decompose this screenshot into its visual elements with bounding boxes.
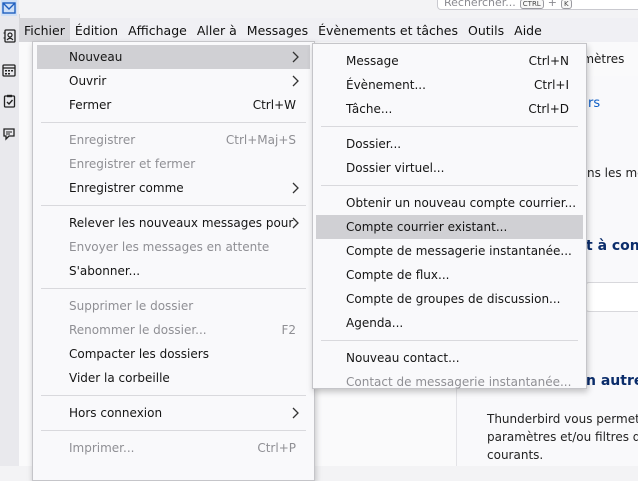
menu-item-enregistrer[interactable]: Enregistrer Ctrl+Maj+S [37,128,310,152]
address-book-icon[interactable] [1,28,17,44]
search-shortcut-key: K [560,0,572,9]
menu-separator [321,126,578,127]
new-submenu: Message Ctrl+N Évènement... Ctrl+I Tâche..… [312,43,587,389]
menu-item-message[interactable]: Message Ctrl+N [316,49,583,73]
menu-messages[interactable]: Messages [242,18,313,42]
menu-item-obtenir-compte[interactable]: Obtenir un nouveau compte courrier... [316,191,583,215]
menu-item-compte-existant[interactable]: Compte courrier existant... [316,215,583,239]
panel-link[interactable]: rs [588,96,600,111]
panel-heading: t à confi [586,238,638,254]
chevron-right-icon [292,217,299,229]
search-input[interactable]: Rechercher... CTRL + K [437,0,638,10]
menu-item-imprimer[interactable]: Imprimer... Ctrl+P [37,436,310,460]
panel-heading-2: n autre [586,373,638,389]
menu-item-hors-connexion[interactable]: Hors connexion [37,401,310,425]
menubar: Fichier Édition Affichage Aller à Messag… [19,18,638,42]
menu-item-ouvrir[interactable]: Ouvrir [37,69,310,93]
mail-icon[interactable] [1,0,17,16]
menu-item-supprimer-dossier[interactable]: Supprimer le dossier [37,294,310,318]
menu-item-compte-messagerie-instantanee[interactable]: Compte de messagerie instantanée... [316,239,583,263]
menu-separator [321,340,578,341]
chevron-right-icon [292,51,299,63]
menu-item-nouveau[interactable]: Nouveau [37,45,310,69]
menu-item-contact-im[interactable]: Contact de messagerie instantanée... [316,370,583,394]
search-placeholder: Rechercher... [444,0,516,9]
menu-edition[interactable]: Édition [70,18,123,42]
menu-item-evenement[interactable]: Évènement... Ctrl+I [316,73,583,97]
menu-affichage[interactable]: Affichage [123,18,192,42]
tasks-icon[interactable] [1,93,17,109]
file-menu: Nouveau Ouvrir Fermer Ctrl+W Enregistrer C… [32,41,315,481]
menu-item-enregistrer-et-fermer[interactable]: Enregistrer et fermer [37,152,310,176]
menu-item-enregistrer-comme[interactable]: Enregistrer comme [37,176,310,200]
calendar-icon[interactable] [1,62,17,78]
menu-separator [41,122,306,123]
menu-fichier[interactable]: Fichier [19,18,70,42]
menu-item-compte-groupes[interactable]: Compte de groupes de discussion... [316,287,583,311]
chevron-right-icon [292,182,299,194]
menu-separator [41,205,306,206]
chevron-right-icon [292,75,299,87]
menu-item-relever-messages[interactable]: Relever les nouveaux messages pour [37,211,310,235]
chat-icon[interactable] [1,126,17,142]
menu-item-fermer[interactable]: Fermer Ctrl+W [37,93,310,117]
chevron-right-icon [292,407,299,419]
menu-aide[interactable]: Aide [509,18,547,42]
menu-item-renommer-dossier[interactable]: Renommer le dossier... F2 [37,318,310,342]
menu-item-vider-corbeille[interactable]: Vider la corbeille [37,366,310,390]
menu-aller-a[interactable]: Aller à [192,18,242,42]
menu-item-envoyer-attente[interactable]: Envoyer les messages en attente [37,235,310,259]
menu-item-dossier[interactable]: Dossier... [316,132,583,156]
search-shortcut-key: CTRL [519,0,544,9]
menu-item-compacter[interactable]: Compacter les dossiers [37,342,310,366]
menu-separator [321,185,578,186]
menu-item-compte-flux[interactable]: Compte de flux... [316,263,583,287]
menu-outils[interactable]: Outils [463,18,509,42]
menu-separator [41,288,306,289]
panel-text: ns les mes [587,166,638,180]
search-shortcut-plus: + [547,0,557,9]
spaces-toolbar [0,0,20,466]
menu-item-agenda[interactable]: Agenda... [316,311,583,335]
panel-paragraph: Thunderbird vous permet d'i paramètres e… [487,412,638,462]
menu-separator [41,395,306,396]
menu-item-dossier-virtuel[interactable]: Dossier virtuel... [316,156,583,180]
title-strip: Rechercher... CTRL + K [19,0,638,14]
menu-item-abonner[interactable]: S'abonner... [37,259,310,283]
menu-item-nouveau-contact[interactable]: Nouveau contact... [316,346,583,370]
menu-evenements-taches[interactable]: Évènements et tâches [313,18,463,42]
menu-separator [41,430,306,431]
menu-item-tache[interactable]: Tâche... Ctrl+D [316,97,583,121]
panel-input-box[interactable] [585,282,638,312]
